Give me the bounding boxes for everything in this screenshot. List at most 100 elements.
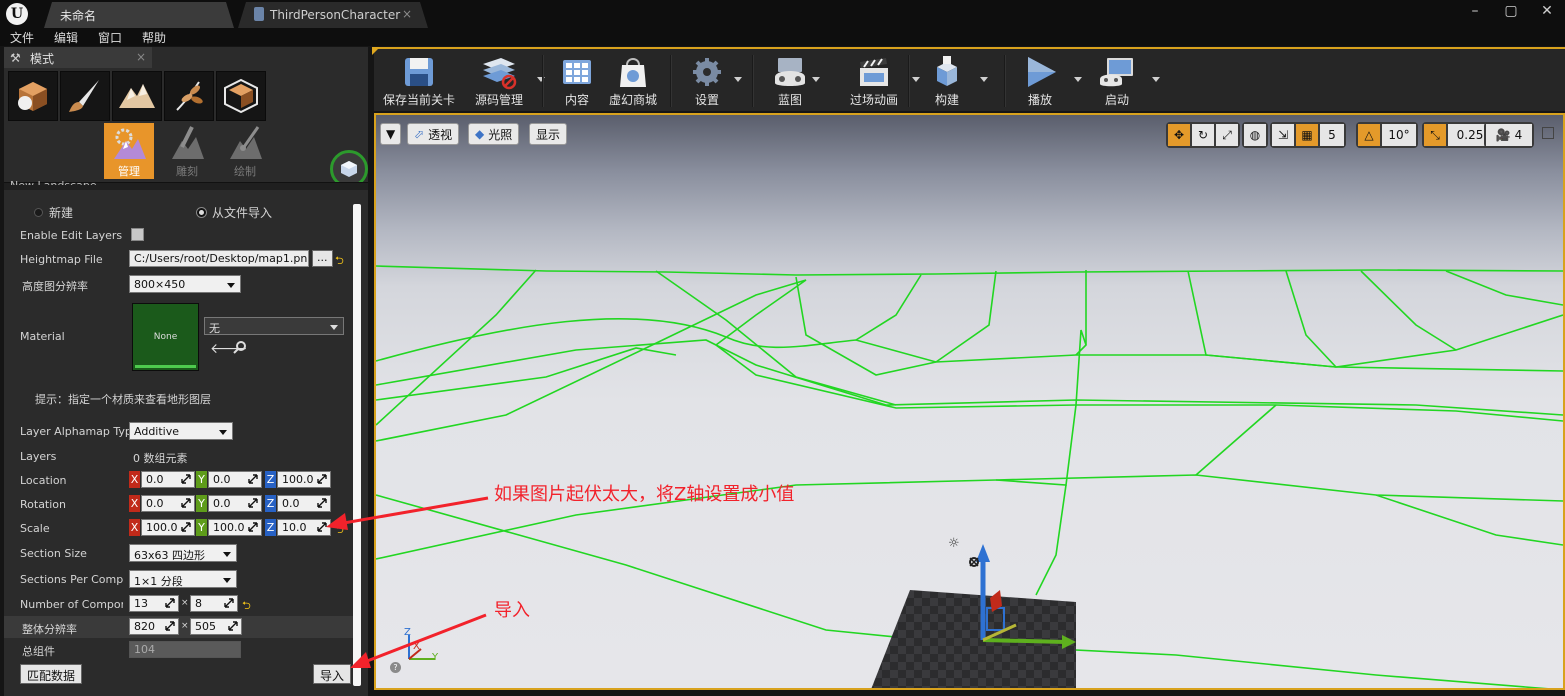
lit-mode-button[interactable]: ◆ 光照 [468, 123, 520, 145]
heightmap-resolution-select[interactable]: 800×450 [129, 275, 241, 293]
tab-sculpt[interactable]: 雕刻 [162, 123, 212, 179]
reset-arrow-icon[interactable]: ⮌ [242, 597, 251, 616]
save-current-level-button[interactable]: 保存当前关卡 [378, 53, 460, 109]
heightmap-resolution-label: 高度图分辨率 [22, 280, 88, 293]
heightmap-file-input[interactable]: C:/Users/root/Desktop/map1.png [129, 250, 309, 267]
material-thumbnail[interactable]: None [132, 303, 199, 371]
scale-mode-icon[interactable]: ⤢ [1216, 124, 1238, 146]
browse-button[interactable]: ... [312, 250, 333, 267]
marketplace-button[interactable]: 虚幻商城 [606, 53, 660, 109]
camera-speed-button[interactable]: 🎥 4 [1486, 124, 1532, 146]
location-z-input[interactable]: 100.0 [277, 471, 331, 488]
source-control-button[interactable]: 源码管理 [464, 53, 545, 109]
menu-help[interactable]: 帮助 [132, 28, 176, 46]
world-axis-indicator: Z X Y [403, 627, 443, 665]
rotation-z-input[interactable]: 0.0 [277, 495, 331, 512]
reset-arrow-icon[interactable]: ⮌ [335, 252, 344, 271]
unreal-logo-icon[interactable]: U [6, 3, 28, 25]
save-icon [405, 58, 433, 86]
value-text: 505 [195, 620, 216, 633]
close-icon[interactable]: × [402, 7, 412, 21]
modes-panel-tab[interactable]: ⚒ 模式 × [4, 47, 152, 68]
perspective-button[interactable]: ⬀ 透视 [407, 123, 460, 145]
rotation-snap-value[interactable]: 10° [1382, 124, 1416, 146]
reset-arrow-icon[interactable]: ⮌ [335, 521, 344, 540]
layer-alphamap-type-select[interactable]: Additive [129, 422, 233, 440]
tab-third-person-character[interactable]: ThirdPersonCharacter × [238, 2, 428, 28]
blueprints-button[interactable]: 蓝图 [764, 53, 820, 109]
level-viewport[interactable]: ☼ ▼ ⬀ 透视 ◆ 光照 显示 ✥ ↻ ⤢ ◍ ⇲ ▦ 5 △ 10° ⤡ 0.2… [374, 113, 1565, 690]
rotation-label: Rotation [20, 498, 67, 511]
scale-z-input[interactable]: 10.0 [277, 519, 331, 536]
scale-snap-icon[interactable]: ⤡ [1424, 124, 1446, 146]
radio-create-new[interactable]: 新建 [34, 204, 73, 221]
place-mode-button[interactable] [8, 71, 58, 121]
sections-per-component-select[interactable]: 1×1 分段 [129, 570, 237, 588]
build-button[interactable]: 构建 [920, 53, 988, 109]
grid-snap-value[interactable]: 5 [1320, 124, 1344, 146]
section-title[interactable]: New Landscape [10, 179, 97, 185]
tab-paint[interactable]: 绘制 [220, 123, 270, 179]
content-button[interactable]: 内容 [550, 53, 604, 109]
components-x-input[interactable]: 13 [129, 595, 179, 612]
material-hint-text: 提示：指定一个材质来查看地形图层 [35, 393, 211, 406]
play-button[interactable]: 播放 [1014, 53, 1082, 109]
camera-speed-value: 4 [1514, 128, 1523, 142]
world-space-icon[interactable]: ◍ [1244, 124, 1266, 146]
close-window-button[interactable]: ✕ [1529, 0, 1565, 24]
fit-data-button[interactable]: 匹配数据 [20, 664, 83, 684]
cinematics-button[interactable]: 过场动画 [832, 53, 920, 109]
translate-mode-icon[interactable]: ✥ [1168, 124, 1190, 146]
chevron-down-icon[interactable] [734, 77, 742, 86]
chevron-down-icon[interactable] [980, 77, 988, 86]
menu-file[interactable]: 文件 [0, 28, 44, 46]
browse-search-icon[interactable] [233, 340, 247, 357]
chevron-down-icon[interactable] [1152, 77, 1160, 86]
tab-manage[interactable]: 管理 [104, 123, 154, 179]
menu-window[interactable]: 窗口 [88, 28, 132, 46]
launch-button[interactable]: 启动 [1094, 53, 1160, 109]
rotation-y-input[interactable]: 0.0 [208, 495, 262, 512]
paint-mode-button[interactable] [60, 71, 110, 121]
toolbar-label: 保存当前关卡 [382, 93, 455, 107]
landscape-mode-button[interactable] [112, 71, 162, 121]
x-axis-tag: X [129, 471, 140, 488]
panel-scrollbar[interactable] [353, 204, 361, 686]
scale-y-input[interactable]: 100.0 [208, 519, 262, 536]
chevron-down-icon[interactable] [912, 77, 920, 86]
menu-edit[interactable]: 编辑 [44, 28, 88, 46]
overall-resolution-y-input[interactable]: 505 [190, 618, 242, 635]
help-icon[interactable]: ? [390, 662, 401, 673]
enable-edit-layers-checkbox[interactable] [131, 228, 144, 241]
import-button[interactable]: 导入 [313, 664, 352, 684]
geometry-mode-button[interactable] [216, 71, 266, 121]
foliage-mode-button[interactable] [164, 71, 214, 121]
maximize-viewport-icon[interactable] [1542, 127, 1554, 139]
location-x-input[interactable]: 0.0 [141, 471, 195, 488]
components-y-input[interactable]: 8 [190, 595, 238, 612]
rotate-mode-icon[interactable]: ↻ [1192, 124, 1214, 146]
transform-mode-group: ✥ ↻ ⤢ [1166, 122, 1240, 148]
toolbar-separator [1004, 55, 1006, 107]
close-icon[interactable]: × [136, 50, 146, 64]
rotation-snap-icon[interactable]: △ [1358, 124, 1380, 146]
location-y-input[interactable]: 0.0 [208, 471, 262, 488]
maximize-button[interactable]: ▢ [1493, 0, 1529, 24]
grid-snap-icon[interactable]: ▦ [1296, 124, 1318, 146]
radio-import-from-file[interactable]: 从文件导入 [197, 204, 272, 221]
tab-untitled-level[interactable]: 未命名 [44, 2, 234, 28]
rotation-x-input[interactable]: 0.0 [141, 495, 195, 512]
chevron-down-icon[interactable] [812, 77, 820, 86]
material-select[interactable]: 无 [204, 317, 344, 335]
chevron-down-icon[interactable] [1074, 77, 1082, 86]
player-start-icon[interactable]: ☼ [948, 536, 960, 551]
minimize-button[interactable]: – [1457, 0, 1493, 24]
transform-gizmo[interactable] [956, 540, 1076, 650]
scale-x-input[interactable]: 100.0 [141, 519, 195, 536]
surface-snap-icon[interactable]: ⇲ [1272, 124, 1294, 146]
show-button[interactable]: 显示 [529, 123, 568, 145]
overall-resolution-x-input[interactable]: 820 [129, 618, 179, 635]
viewport-options-button[interactable]: ▼ [380, 123, 402, 145]
settings-button[interactable]: 设置 [680, 53, 742, 109]
section-size-select[interactable]: 63x63 四边形 [129, 544, 237, 562]
